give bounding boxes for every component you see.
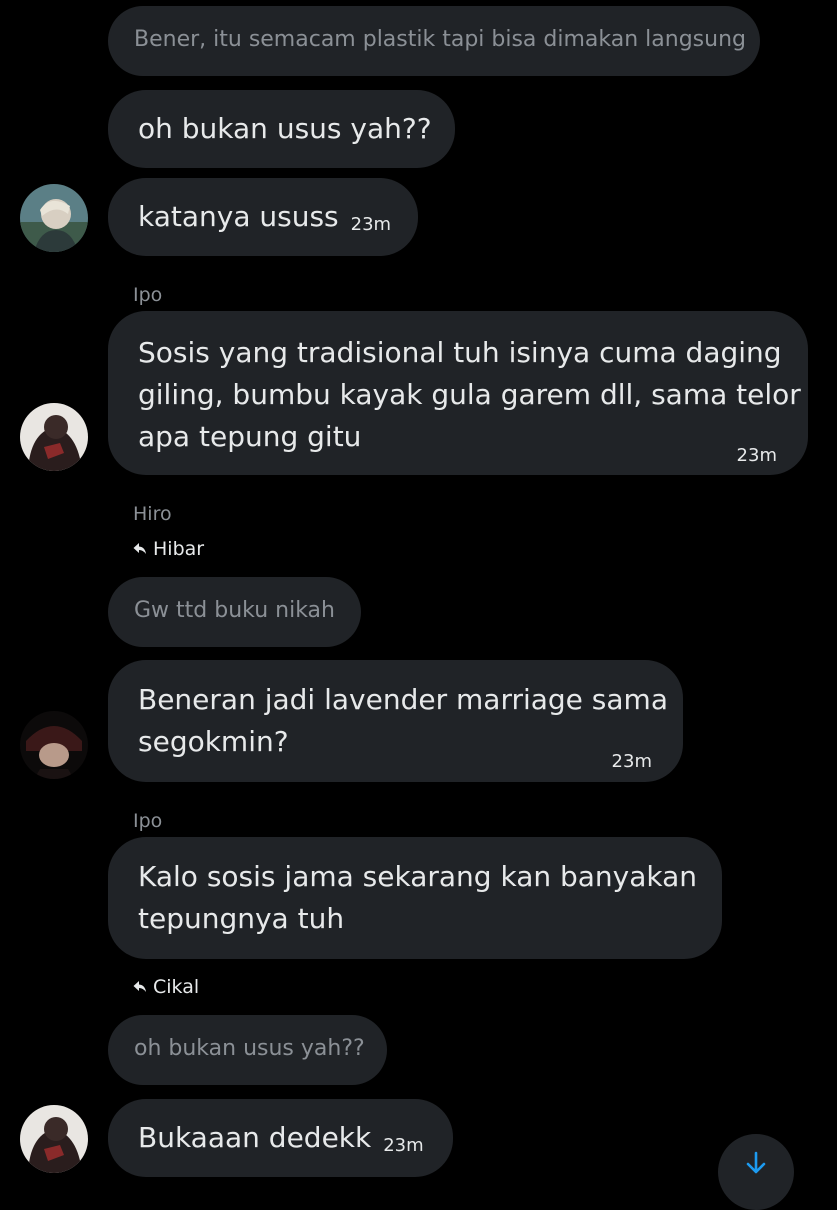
avatar-image bbox=[20, 1105, 88, 1173]
message-line: tepungnya tuh bbox=[138, 902, 345, 935]
reply-to-name: Hibar bbox=[153, 538, 205, 560]
message-bubble[interactable]: Kalo sosis jama sekarang kan banyakan te… bbox=[108, 837, 722, 959]
message-bubble[interactable]: oh bukan usus yah?? bbox=[108, 90, 455, 168]
message-line: Sosis yang tradisional tuh isinya cuma d… bbox=[138, 336, 782, 369]
message-timestamp: 23m bbox=[611, 751, 652, 772]
message-line: apa tepung gitu bbox=[138, 420, 362, 453]
avatar-image bbox=[20, 184, 88, 252]
quoted-message-text: Gw ttd buku nikah bbox=[134, 598, 335, 623]
avatar-image bbox=[20, 403, 88, 471]
message-timestamp: 23m bbox=[736, 445, 777, 466]
avatar-image bbox=[20, 711, 88, 779]
avatar[interactable] bbox=[20, 403, 88, 471]
quoted-message[interactable]: oh bukan usus yah?? bbox=[108, 1015, 387, 1085]
message-bubble[interactable]: Beneran jadi lavender marriage sama sego… bbox=[108, 660, 683, 782]
avatar[interactable] bbox=[20, 184, 88, 252]
arrow-down-icon bbox=[746, 1151, 766, 1174]
reply-indicator: Cikal bbox=[133, 976, 199, 998]
avatar[interactable] bbox=[20, 1105, 88, 1173]
message-line: giling, bumbu kayak gula garem dll, sama… bbox=[138, 378, 801, 411]
quoted-message-text: Bener, itu semacam plastik tapi bisa dim… bbox=[134, 27, 746, 52]
reply-to-name: Cikal bbox=[153, 976, 200, 998]
message-timestamp: 23m bbox=[383, 1135, 424, 1156]
message-timestamp: 23m bbox=[350, 214, 392, 235]
message-line: segokmin? bbox=[138, 725, 289, 758]
avatar[interactable] bbox=[20, 711, 88, 779]
quoted-message[interactable]: Gw ttd buku nikah bbox=[108, 577, 361, 647]
quoted-message[interactable]: Bener, itu semacam plastik tapi bisa dim… bbox=[108, 6, 760, 76]
sender-name: Ipo bbox=[133, 810, 163, 832]
reply-arrow-icon bbox=[133, 981, 146, 992]
quoted-message-text: oh bukan usus yah?? bbox=[134, 1036, 365, 1061]
sender-name: Hiro bbox=[133, 503, 172, 525]
message-bubble[interactable]: Sosis yang tradisional tuh isinya cuma d… bbox=[108, 311, 808, 475]
message-bubble[interactable]: Bukaaan dedekk 23m bbox=[108, 1099, 453, 1177]
message-line: Kalo sosis jama sekarang kan banyakan bbox=[138, 860, 698, 893]
reply-arrow-icon bbox=[133, 543, 146, 554]
message-bubble[interactable]: katanya ususs 23m bbox=[108, 178, 418, 256]
reply-indicator: Hibar bbox=[133, 538, 204, 560]
message-line: Beneran jadi lavender marriage sama bbox=[138, 683, 668, 716]
message-text: Bukaaan dedekk bbox=[138, 1121, 372, 1154]
message-text: katanya ususs bbox=[138, 200, 339, 233]
sender-name: Ipo bbox=[133, 284, 163, 306]
message-text: oh bukan usus yah?? bbox=[138, 112, 432, 145]
